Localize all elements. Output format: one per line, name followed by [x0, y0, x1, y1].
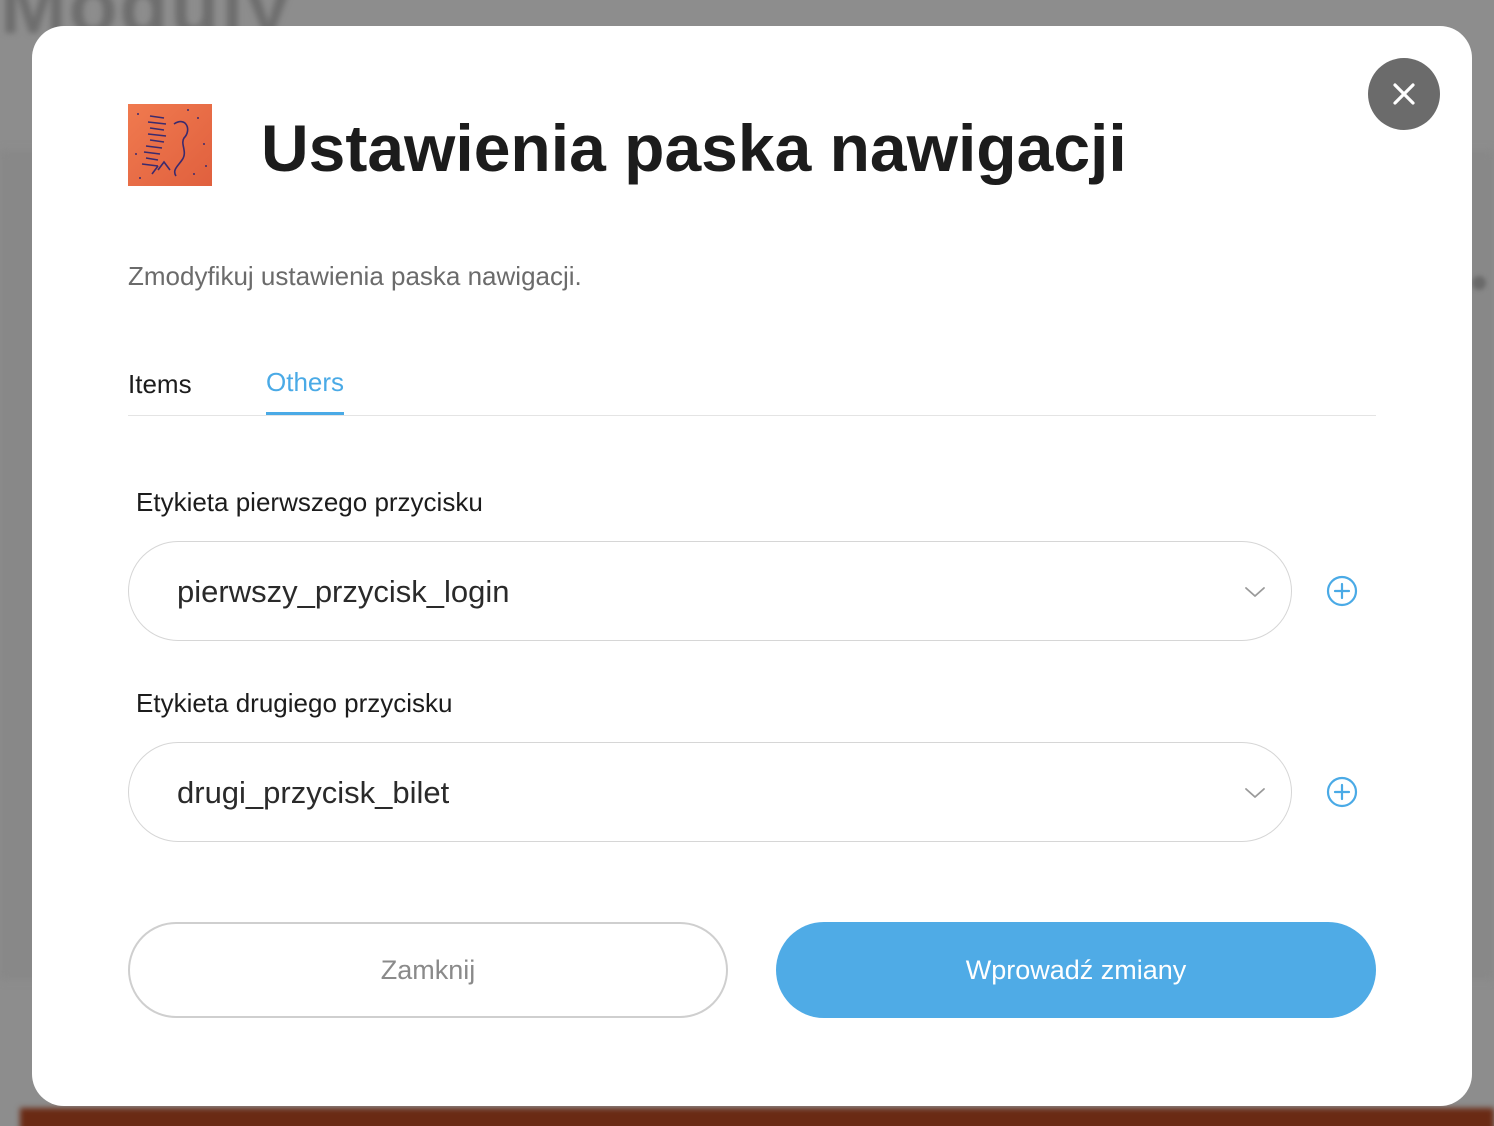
background-dot [1472, 276, 1486, 290]
artwork-thumbnail [128, 104, 212, 186]
second-button-select-value: drugi_przycisk_bilet [177, 775, 450, 810]
tab-others[interactable]: Others [266, 352, 345, 415]
plus-circle-icon [1326, 776, 1358, 808]
tab-bar: Items Others [128, 352, 1376, 416]
second-button-select[interactable]: drugi_przycisk_bilet [128, 742, 1292, 842]
first-button-select-value: pierwszy_przycisk_login [177, 574, 510, 609]
chevron-down-icon [1245, 587, 1265, 597]
modal-subtitle: Zmodyfikuj ustawienia paska nawigacji. [128, 261, 582, 291]
plus-circle-icon [1326, 575, 1358, 607]
first-button-select[interactable]: pierwszy_przycisk_login [128, 541, 1292, 641]
navigation-settings-modal: Ustawienia paska nawigacji Zmodyfikuj us… [32, 26, 1472, 1106]
tab-items[interactable]: Items [128, 352, 192, 416]
cancel-button[interactable]: Zamknij [128, 922, 728, 1018]
modal-title: Ustawienia paska nawigacji [261, 111, 1127, 185]
add-second-button-label-button[interactable] [1325, 775, 1359, 809]
first-button-label: Etykieta pierwszego przycisku [136, 487, 483, 517]
chevron-down-icon [1245, 788, 1265, 798]
second-button-label: Etykieta drugiego przycisku [136, 688, 453, 718]
background-footer [20, 1108, 1494, 1126]
close-modal-button[interactable] [1368, 58, 1440, 130]
apply-changes-button[interactable]: Wprowadź zmiany [776, 922, 1376, 1018]
add-first-button-label-button[interactable] [1325, 574, 1359, 608]
close-icon [1393, 83, 1415, 105]
